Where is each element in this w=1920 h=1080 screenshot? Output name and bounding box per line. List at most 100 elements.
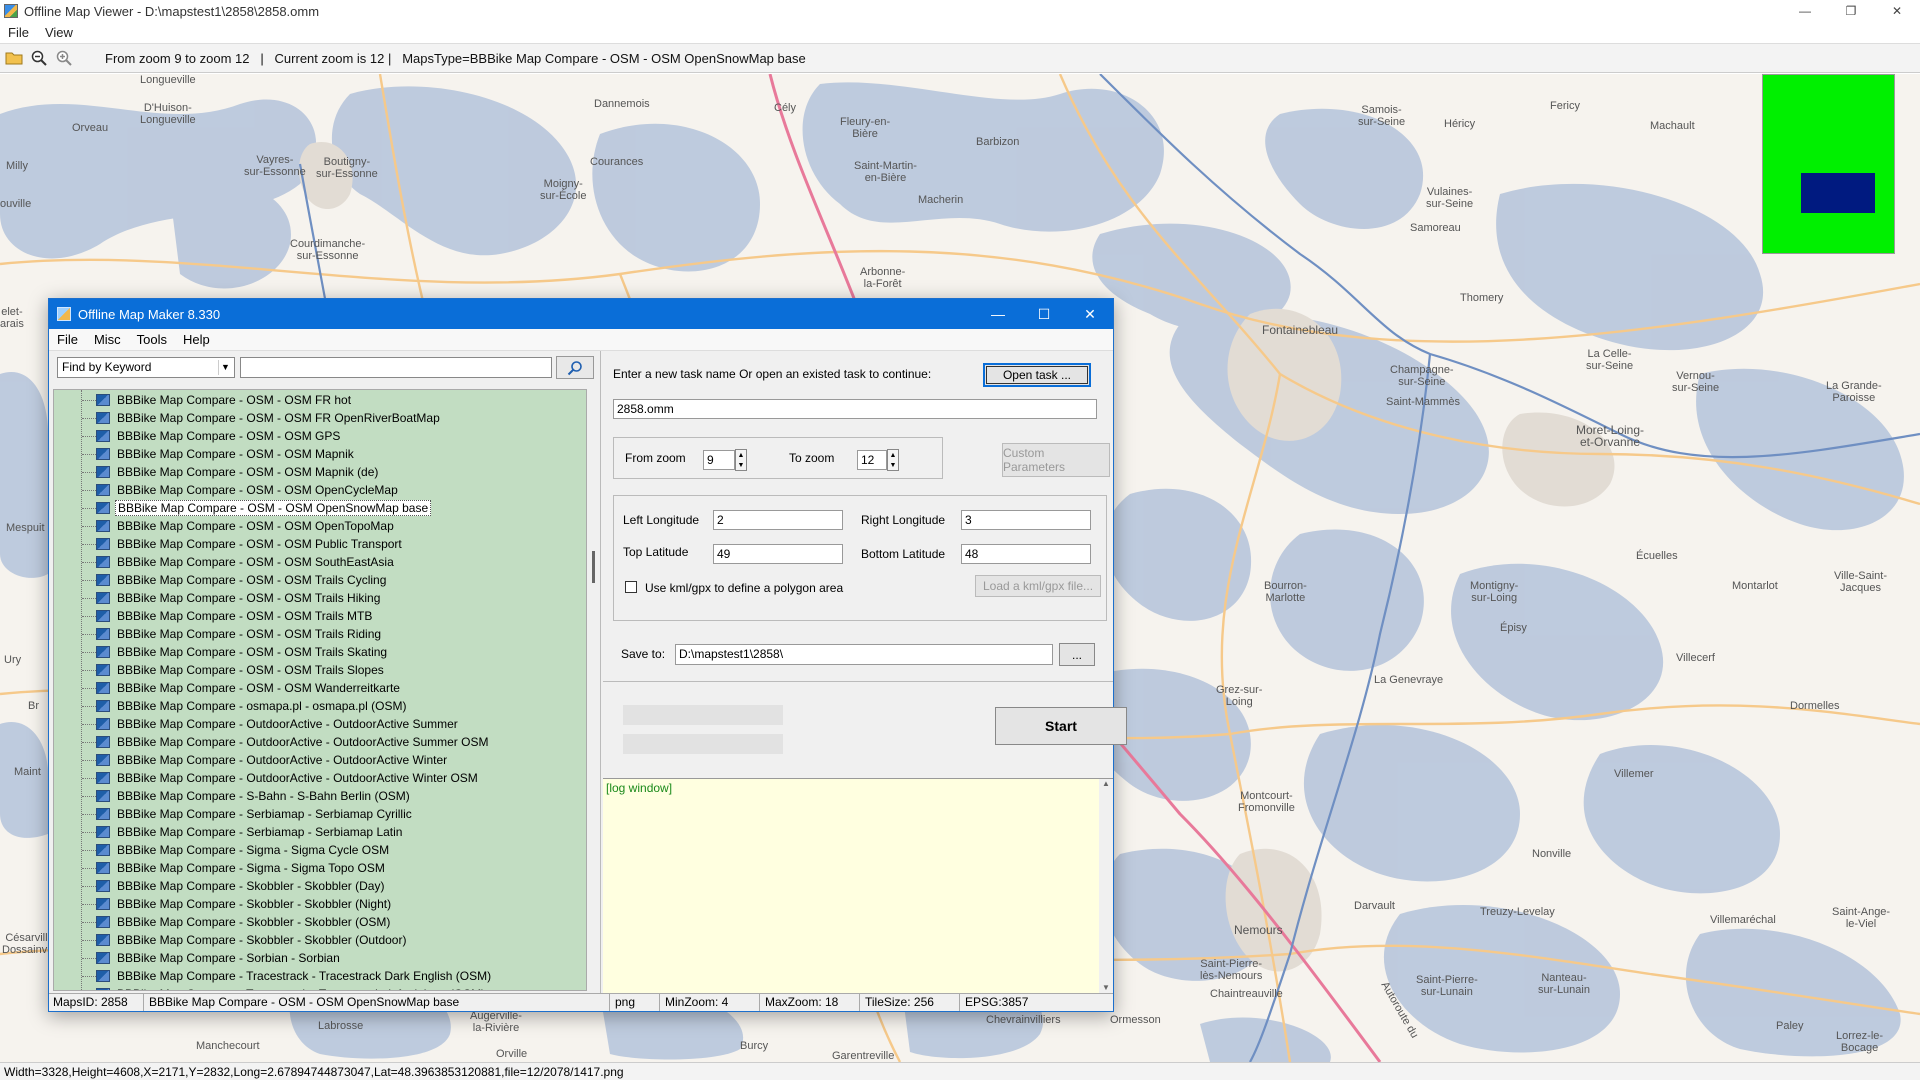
- zoom-out-icon[interactable]: [28, 47, 50, 69]
- tree-item[interactable]: BBBike Map Compare - Serbiamap - Serbiam…: [82, 805, 414, 823]
- tree-item[interactable]: BBBike Map Compare - S-Bahn - S-Bahn Ber…: [82, 787, 412, 805]
- tree-scrollbar[interactable]: [589, 389, 599, 991]
- menu-view[interactable]: View: [37, 25, 81, 40]
- tree-item[interactable]: BBBike Map Compare - Tracestrack - Trace…: [82, 985, 487, 990]
- task-name-input[interactable]: 2858.omm: [613, 399, 1097, 419]
- maker-close-icon[interactable]: ✕: [1067, 299, 1113, 329]
- tree-item[interactable]: BBBike Map Compare - OSM - OSM Wanderrei…: [82, 679, 402, 697]
- maker-menu-tools[interactable]: Tools: [129, 332, 175, 347]
- town-label: Orveau: [72, 122, 109, 134]
- town-label: Vayres- sur-Essonne: [244, 154, 306, 178]
- left-longitude-input[interactable]: 2: [713, 510, 843, 530]
- tree-item[interactable]: BBBike Map Compare - Sigma - Sigma Topo …: [82, 859, 387, 877]
- open-task-button[interactable]: Open task ...: [983, 363, 1091, 387]
- maker-titlebar[interactable]: Offline Map Maker 8.330 — ☐ ✕: [49, 299, 1113, 329]
- menu-file[interactable]: File: [0, 25, 37, 40]
- tree-scrollbar-thumb[interactable]: [592, 551, 595, 583]
- tree-connector: [82, 561, 96, 563]
- search-button[interactable]: [556, 356, 594, 379]
- town-label: La Genevraye: [1374, 674, 1444, 686]
- tree-item[interactable]: BBBike Map Compare - OSM - OSM Trails Sl…: [82, 661, 386, 679]
- tree-item[interactable]: BBBike Map Compare - OutdoorActive - Out…: [82, 715, 460, 733]
- town-label: Courances: [590, 156, 644, 168]
- tree-item[interactable]: BBBike Map Compare - OSM - OSM GPS: [82, 427, 342, 445]
- tree-item[interactable]: BBBike Map Compare - Skobbler - Skobbler…: [82, 895, 393, 913]
- maker-maximize-icon[interactable]: ☐: [1021, 299, 1067, 329]
- tree-item[interactable]: BBBike Map Compare - OSM - OSM Mapnik (d…: [82, 463, 380, 481]
- tree-item[interactable]: BBBike Map Compare - Tracestrack - Trace…: [82, 967, 493, 985]
- tree-connector: [82, 849, 96, 851]
- tree-item[interactable]: BBBike Map Compare - OSM - OSM OpenTopoM…: [82, 517, 396, 535]
- tree-item[interactable]: BBBike Map Compare - OSM - OSM Trails Ri…: [82, 625, 383, 643]
- kml-checkbox[interactable]: [625, 581, 637, 593]
- town-label: Paley: [1776, 1020, 1804, 1032]
- bottom-latitude-input[interactable]: 48: [961, 544, 1091, 564]
- tree-item[interactable]: BBBike Map Compare - Sorbian - Sorbian: [82, 949, 342, 967]
- minimap[interactable]: [1762, 74, 1895, 254]
- tree-item[interactable]: BBBike Map Compare - OSM - OSM FR OpenRi…: [82, 409, 442, 427]
- from-zoom-input[interactable]: 9: [703, 450, 735, 470]
- tree-connector: [82, 597, 96, 599]
- minimap-viewport-marker[interactable]: [1801, 173, 1875, 213]
- load-kml-button[interactable]: Load a kml/gpx file...: [975, 575, 1101, 597]
- to-zoom-input[interactable]: 12: [857, 450, 887, 470]
- log-window[interactable]: [log window] ▲ ▼: [603, 778, 1113, 994]
- tree-item[interactable]: BBBike Map Compare - OutdoorActive - Out…: [82, 751, 449, 769]
- custom-parameters-button[interactable]: Custom Parameters: [1002, 443, 1110, 477]
- scroll-up-icon[interactable]: ▲: [1099, 779, 1113, 788]
- maker-menu-help[interactable]: Help: [175, 332, 218, 347]
- tree-item[interactable]: BBBike Map Compare - OutdoorActive - Out…: [82, 769, 480, 787]
- top-latitude-input[interactable]: 49: [713, 544, 843, 564]
- tree-item[interactable]: BBBike Map Compare - OSM - OSM Public Tr…: [82, 535, 404, 553]
- tree-connector: [82, 669, 96, 671]
- to-zoom-spinner[interactable]: ▲ ▼: [887, 449, 899, 471]
- tree-item[interactable]: BBBike Map Compare - OutdoorActive - Out…: [82, 733, 490, 751]
- minimize-icon[interactable]: —: [1782, 0, 1828, 22]
- tree-item[interactable]: BBBike Map Compare - OSM - OSM Trails Hi…: [82, 589, 382, 607]
- maker-menu-file[interactable]: File: [49, 332, 86, 347]
- town-label: Ville-Saint- Jacques: [1834, 570, 1887, 594]
- restore-icon[interactable]: ❐: [1828, 0, 1874, 22]
- tree-item[interactable]: BBBike Map Compare - Serbiamap - Serbiam…: [82, 823, 404, 841]
- browse-folder-button[interactable]: ...: [1059, 643, 1095, 666]
- tree-item[interactable]: BBBike Map Compare - Skobbler - Skobbler…: [82, 913, 392, 931]
- start-button[interactable]: Start: [995, 707, 1127, 745]
- town-label: La Grande- Paroisse: [1826, 380, 1882, 404]
- log-scrollbar[interactable]: ▲ ▼: [1099, 779, 1113, 994]
- tree-item[interactable]: BBBike Map Compare - OSM - OSM Trails MT…: [82, 607, 374, 625]
- tree-item[interactable]: BBBike Map Compare - Sigma - Sigma Cycle…: [82, 841, 391, 859]
- tree-item[interactable]: BBBike Map Compare - osmapa.pl - osmapa.…: [82, 697, 408, 715]
- status-separator: [759, 994, 760, 1011]
- tree-item[interactable]: BBBike Map Compare - OSM - OSM OpenCycle…: [82, 481, 400, 499]
- from-zoom-spinner[interactable]: ▲ ▼: [735, 449, 747, 471]
- map-source-tree[interactable]: BBBike Map Compare - OSM - OSM FR hot BBB…: [53, 389, 587, 991]
- map-source-icon: [96, 736, 110, 748]
- map-source-icon: [96, 754, 110, 766]
- chevron-down-icon[interactable]: ▼: [218, 360, 232, 375]
- find-mode-select[interactable]: Find by Keyword ▼: [57, 357, 235, 378]
- right-longitude-input[interactable]: 3: [961, 510, 1091, 530]
- tree-connector: [82, 813, 96, 815]
- tree-item-label: BBBike Map Compare - Serbiamap - Serbiam…: [117, 807, 412, 821]
- tree-item-label: BBBike Map Compare - OSM - OSM Mapnik (d…: [117, 465, 379, 479]
- zoom-in-icon[interactable]: [53, 47, 75, 69]
- keyword-input[interactable]: [240, 357, 552, 378]
- save-to-input[interactable]: D:\mapstest1\2858\: [675, 644, 1053, 665]
- tree-item[interactable]: BBBike Map Compare - OSM - OSM Mapnik: [82, 445, 356, 463]
- tree-item[interactable]: BBBike Map Compare - Skobbler - Skobbler…: [82, 877, 386, 895]
- tree-item[interactable]: BBBike Map Compare - Skobbler - Skobbler…: [82, 931, 408, 949]
- tree-item[interactable]: BBBike Map Compare - OSM - OSM OpenSnowM…: [82, 499, 432, 517]
- town-label: Macherin: [918, 194, 964, 206]
- folder-open-icon[interactable]: [3, 47, 25, 69]
- tree-item[interactable]: BBBike Map Compare - OSM - OSM Trails Cy…: [82, 571, 388, 589]
- town-label: Boutigny- sur-Essonne: [316, 156, 378, 180]
- town-label: Épisy: [1500, 622, 1527, 634]
- tree-item[interactable]: BBBike Map Compare - OSM - OSM FR hot: [82, 391, 353, 409]
- maker-menu-misc[interactable]: Misc: [86, 332, 129, 347]
- tree-item[interactable]: BBBike Map Compare - OSM - OSM SouthEast…: [82, 553, 396, 571]
- tree-item[interactable]: BBBike Map Compare - OSM - OSM Trails Sk…: [82, 643, 389, 661]
- tree-item-label: BBBike Map Compare - OSM - OSM Wanderrei…: [117, 681, 400, 695]
- scroll-down-icon[interactable]: ▼: [1099, 983, 1113, 992]
- close-icon[interactable]: ✕: [1874, 0, 1920, 22]
- maker-minimize-icon[interactable]: —: [975, 299, 1021, 329]
